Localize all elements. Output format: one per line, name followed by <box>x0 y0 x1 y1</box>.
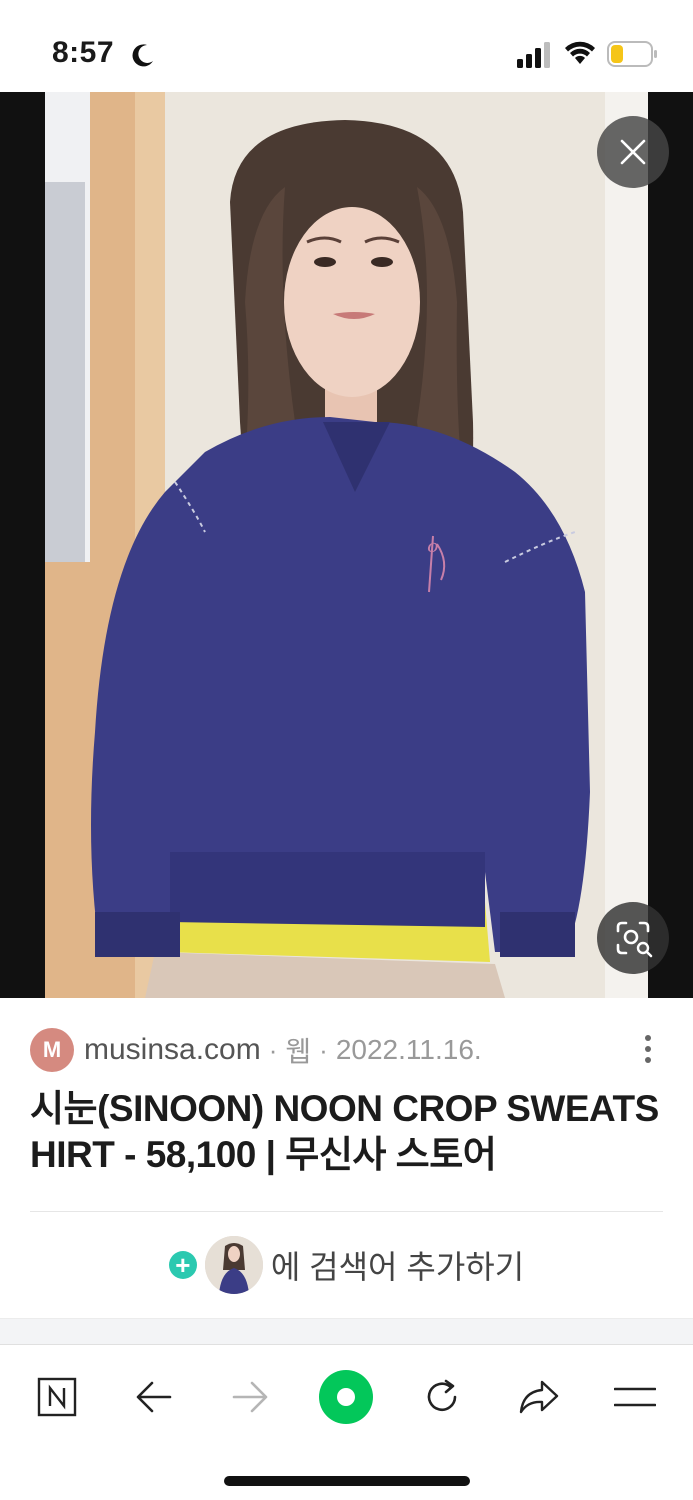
site-domain[interactable]: musinsa.com <box>84 1033 261 1067</box>
result-date: 2022.11.16. <box>335 1034 482 1065</box>
section-gap <box>0 1318 693 1344</box>
product-photo[interactable]: ᵒ <box>45 92 648 998</box>
menu-button[interactable] <box>605 1367 665 1427</box>
green-dot-icon <box>319 1370 373 1424</box>
plus-icon: + <box>168 1251 197 1279</box>
product-photo-illustration: ᵒ <box>45 92 648 998</box>
wifi-icon <box>565 41 595 64</box>
close-button[interactable] <box>597 116 669 188</box>
status-time: 8:57 <box>52 36 115 69</box>
moon-icon <box>132 44 153 67</box>
forward-button[interactable] <box>220 1367 280 1427</box>
separator-dot: · <box>268 1034 278 1065</box>
add-search-term-label: 에 검색어 추가하기 <box>270 1249 525 1285</box>
more-options-icon[interactable] <box>644 1034 652 1064</box>
naver-n-icon <box>37 1377 77 1417</box>
arrow-right-icon <box>232 1381 268 1413</box>
close-icon <box>620 139 646 165</box>
image-search-button[interactable] <box>597 902 669 974</box>
battery-icon <box>607 41 657 67</box>
add-search-term-button[interactable]: + 에 검색어 추가하기 <box>0 1236 693 1294</box>
avatar-thumbnail-icon <box>204 1236 263 1294</box>
image-viewer: ᵒ <box>0 92 693 998</box>
result-title[interactable]: 시눈(SINOON) NOON CROP SWEATSHIRT - 58,100… <box>30 1086 670 1178</box>
reload-button[interactable] <box>412 1367 472 1427</box>
source-row[interactable]: M musinsa.com · 웹 · 2022.11.16. <box>30 1028 670 1072</box>
home-indicator[interactable] <box>224 1476 470 1486</box>
search-result-card: M musinsa.com · 웹 · 2022.11.16. 시눈(SINOO… <box>0 998 693 1318</box>
back-button[interactable] <box>124 1367 184 1427</box>
image-search-icon <box>616 921 653 958</box>
avatar <box>204 1236 263 1294</box>
site-favicon: M <box>30 1028 74 1072</box>
separator-dot: · <box>319 1034 328 1065</box>
share-icon <box>519 1380 559 1414</box>
arrow-left-icon <box>136 1381 172 1413</box>
naver-home-button[interactable] <box>27 1367 87 1427</box>
reload-icon <box>427 1379 457 1412</box>
menu-icon <box>614 1387 656 1407</box>
result-type-label: 웹 <box>285 1036 312 1067</box>
share-button[interactable] <box>509 1367 569 1427</box>
divider <box>30 1211 663 1212</box>
status-bar: 8:57 <box>0 0 693 92</box>
green-dot-button[interactable] <box>316 1367 376 1427</box>
cellular-signal-icon <box>517 42 550 68</box>
